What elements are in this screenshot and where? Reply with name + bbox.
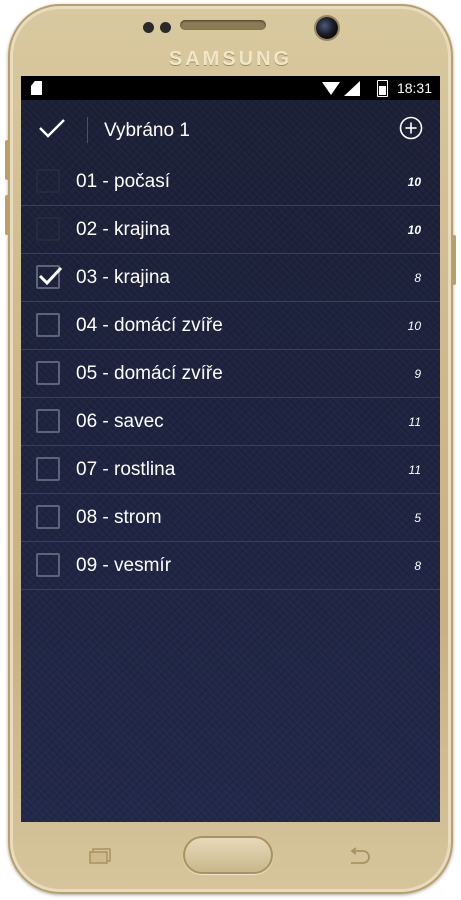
list-item[interactable]: 05 - domácí zvíře 9 <box>21 350 440 398</box>
item-label: 07 - rostlina <box>76 459 176 480</box>
add-circle-icon[interactable] <box>399 116 423 140</box>
item-label: 04 - domácí zvíře <box>76 315 223 336</box>
item-count: 10 <box>407 223 421 237</box>
item-count: 5 <box>414 511 421 525</box>
volume-down-button <box>5 195 9 235</box>
screen: 18:31 Vybráno 1 01 - počasí 10 02 - kraj… <box>21 76 440 822</box>
status-bar: 18:31 <box>21 76 440 100</box>
item-checkbox[interactable] <box>36 313 60 337</box>
home-button[interactable] <box>183 836 273 874</box>
item-checkbox[interactable] <box>36 505 60 529</box>
check-icon[interactable] <box>38 118 66 138</box>
item-label: 05 - domácí zvíře <box>76 363 223 384</box>
item-checkbox[interactable] <box>36 217 60 241</box>
item-count: 9 <box>414 367 421 381</box>
item-count: 11 <box>408 415 421 429</box>
item-count: 10 <box>407 175 421 189</box>
item-label: 09 - vesmír <box>76 555 172 576</box>
item-count: 11 <box>408 463 421 477</box>
status-time: 18:31 <box>396 80 432 96</box>
category-list: 01 - počasí 10 02 - krajina 10 03 - kraj… <box>21 158 440 590</box>
earpiece-speaker <box>180 20 266 30</box>
light-sensor <box>160 22 171 33</box>
action-bar-divider <box>87 117 88 143</box>
list-item[interactable]: 03 - krajina 8 <box>21 254 440 302</box>
item-checkbox[interactable] <box>36 553 60 577</box>
list-item[interactable]: 02 - krajina 10 <box>21 206 440 254</box>
item-label: 06 - savec <box>76 411 164 432</box>
brand-logo: SAMSUNG <box>168 48 293 70</box>
item-label: 08 - strom <box>76 507 162 528</box>
item-label: 03 - krajina <box>76 267 170 288</box>
volume-up-button <box>5 140 9 180</box>
item-count: 10 <box>407 319 421 333</box>
action-bar: Vybráno 1 <box>21 100 440 158</box>
item-checkbox[interactable] <box>36 409 60 433</box>
item-checkbox[interactable] <box>36 169 60 193</box>
item-count: 8 <box>414 559 421 573</box>
item-label: 02 - krajina <box>76 219 170 240</box>
item-checkbox-checked[interactable] <box>36 265 63 289</box>
recent-apps-icon[interactable] <box>88 848 112 864</box>
checkmark-icon <box>38 266 63 286</box>
item-count: 8 <box>414 271 421 285</box>
item-checkbox[interactable] <box>36 457 60 481</box>
proximity-sensor <box>143 22 154 33</box>
item-label: 01 - počasí <box>76 171 170 192</box>
sd-card-icon <box>31 81 42 95</box>
list-item[interactable]: 01 - počasí 10 <box>21 158 440 206</box>
list-item[interactable]: 04 - domácí zvíře 10 <box>21 302 440 350</box>
list-item[interactable]: 06 - savec 11 <box>21 398 440 446</box>
selection-count-title: Vybráno 1 <box>104 120 190 141</box>
wifi-icon <box>322 82 340 95</box>
signal-icon <box>344 81 360 96</box>
battery-icon <box>377 80 388 97</box>
front-camera <box>316 17 338 39</box>
list-item[interactable]: 07 - rostlina 11 <box>21 446 440 494</box>
list-item[interactable]: 09 - vesmír 8 <box>21 542 440 590</box>
back-icon[interactable] <box>347 847 373 865</box>
item-checkbox[interactable] <box>36 361 60 385</box>
list-item[interactable]: 08 - strom 5 <box>21 494 440 542</box>
power-button <box>452 235 456 285</box>
